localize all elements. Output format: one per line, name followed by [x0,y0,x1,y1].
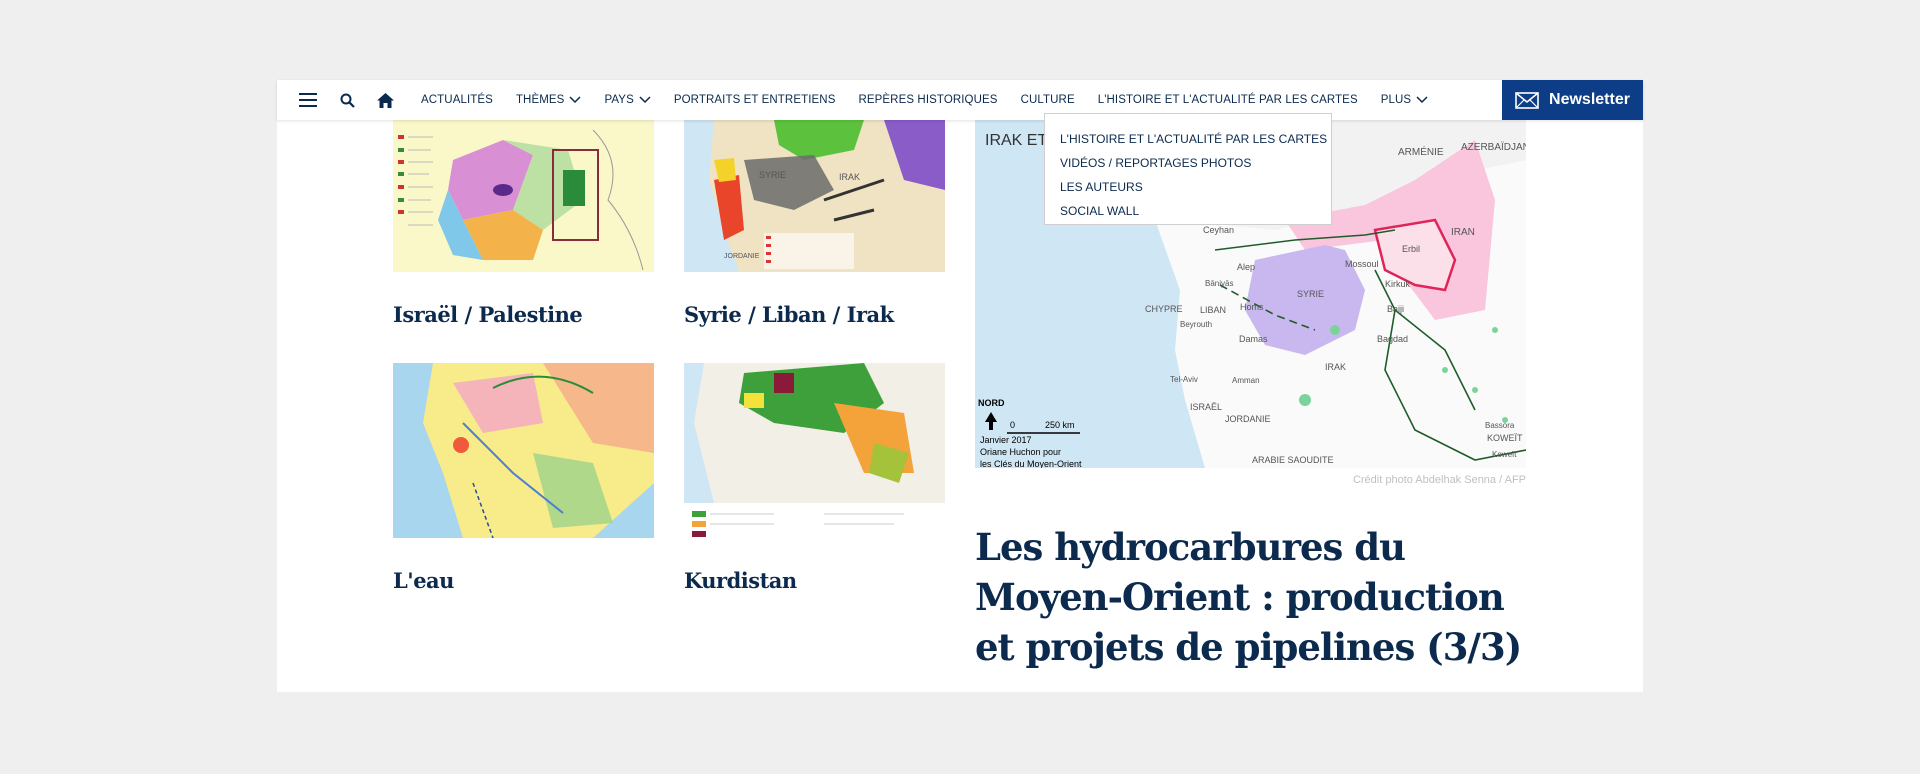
dropdown-item-social-wall[interactable]: SOCIAL WALL [1060,199,1331,223]
dropdown-item-auteurs[interactable]: LES AUTEURS [1060,175,1331,199]
card-title-kurdistan[interactable]: Kurdistan [684,568,797,593]
map-label: JORDANIE [1225,414,1271,424]
map-label: Amman [1232,376,1260,385]
map-label: ARABIE SAOUDITE [1252,455,1334,465]
map-label: Bassora [1485,421,1515,430]
map-label: Damas [1239,334,1268,344]
nav-culture[interactable]: CULTURE [1021,94,1075,106]
map-label: ARMÉNIE [1398,145,1444,158]
map-label: 250 km [1045,420,1075,430]
map-label: Tel-Aviv [1170,375,1198,384]
home-icon[interactable] [370,80,400,120]
svg-text:SYRIE: SYRIE [759,170,786,180]
chevron-down-icon [1416,96,1428,104]
card-title-israel-palestine[interactable]: Israël / Palestine [393,302,583,327]
map-label: LIBAN [1200,305,1226,315]
map-label: Oriane Huchon pour [980,447,1061,457]
map-label: SYRIE [1297,289,1324,299]
svg-text:IRAK: IRAK [839,172,860,182]
nav-portraits[interactable]: PORTRAITS ET ENTRETIENS [674,94,836,106]
map-label: CHYPRE [1145,304,1183,314]
nav-themes[interactable]: THÈMES [516,94,582,106]
nav-cartes[interactable]: L'HISTOIRE ET L'ACTUALITÉ PAR LES CARTES [1098,94,1358,106]
map-label: ISRAËL [1190,402,1222,412]
card-title-syrie-liban-irak[interactable]: Syrie / Liban / Irak [684,302,894,327]
map-label: Baiji [1387,304,1404,314]
featured-headline[interactable]: Les hydrocarbures du Moyen-Orient : prod… [975,522,1535,672]
map-label: Koweït [1492,450,1517,459]
map-label: Erbil [1402,244,1420,254]
map-label: AZERBAÏDJAN [1461,141,1526,153]
newsletter-label: Newsletter [1549,91,1630,108]
card-image-kurdistan[interactable] [684,363,945,538]
map-label: Mossoul [1345,259,1379,269]
map-label: NORD [978,398,1005,408]
plus-dropdown-menu: L'HISTOIRE ET L'ACTUALITÉ PAR LES CARTES… [1044,113,1332,225]
map-label: Alep [1237,262,1255,272]
photo-credit: Crédit photo Abdelhak Senna / AFP [1352,474,1526,486]
map-label: Bagdad [1377,334,1408,344]
dropdown-item-videos[interactable]: VIDÉOS / REPORTAGES PHOTOS [1060,151,1331,175]
map-label: Bāniyās [1205,279,1233,288]
nav-reperes[interactable]: REPÈRES HISTORIQUES [858,94,997,106]
map-label: KOWEÏT [1487,433,1523,443]
nav-actualites[interactable]: ACTUALITÉS [421,94,493,106]
map-label: IRAK [1325,362,1346,372]
map-label: IRAN [1451,227,1475,238]
card-title-eau[interactable]: L'eau [393,568,454,593]
nav-pays[interactable]: PAYS [604,94,651,106]
page-container: ACTUALITÉS THÈMES PAYS PORTRAITS ET ENTR… [277,80,1643,692]
hamburger-menu-icon[interactable] [293,80,323,120]
top-navbar: ACTUALITÉS THÈMES PAYS PORTRAITS ET ENTR… [277,80,1643,120]
card-image-israel-palestine[interactable] [393,120,654,272]
map-label: Kirkuk [1385,279,1411,289]
envelope-icon [1515,91,1539,109]
map-label: Homs [1240,302,1264,312]
map-label: les Clés du Moyen-Orient [980,459,1082,468]
chevron-down-icon [569,96,581,104]
map-label: 0 [1010,420,1015,430]
chevron-down-icon [639,96,651,104]
map-label: Beyrouth [1180,320,1212,329]
newsletter-button[interactable]: Newsletter [1502,80,1643,120]
card-image-eau[interactable] [393,363,654,538]
nav-plus[interactable]: PLUS [1381,94,1428,106]
card-image-syrie-liban-irak[interactable]: SYRIE IRAK JORDANIE [684,120,945,272]
dropdown-item-cartes[interactable]: L'HISTOIRE ET L'ACTUALITÉ PAR LES CARTES [1060,127,1331,151]
map-label: Janvier 2017 [980,435,1032,445]
map-label: Ceyhan [1203,225,1234,235]
search-icon[interactable] [332,80,362,120]
svg-text:JORDANIE: JORDANIE [724,253,760,260]
